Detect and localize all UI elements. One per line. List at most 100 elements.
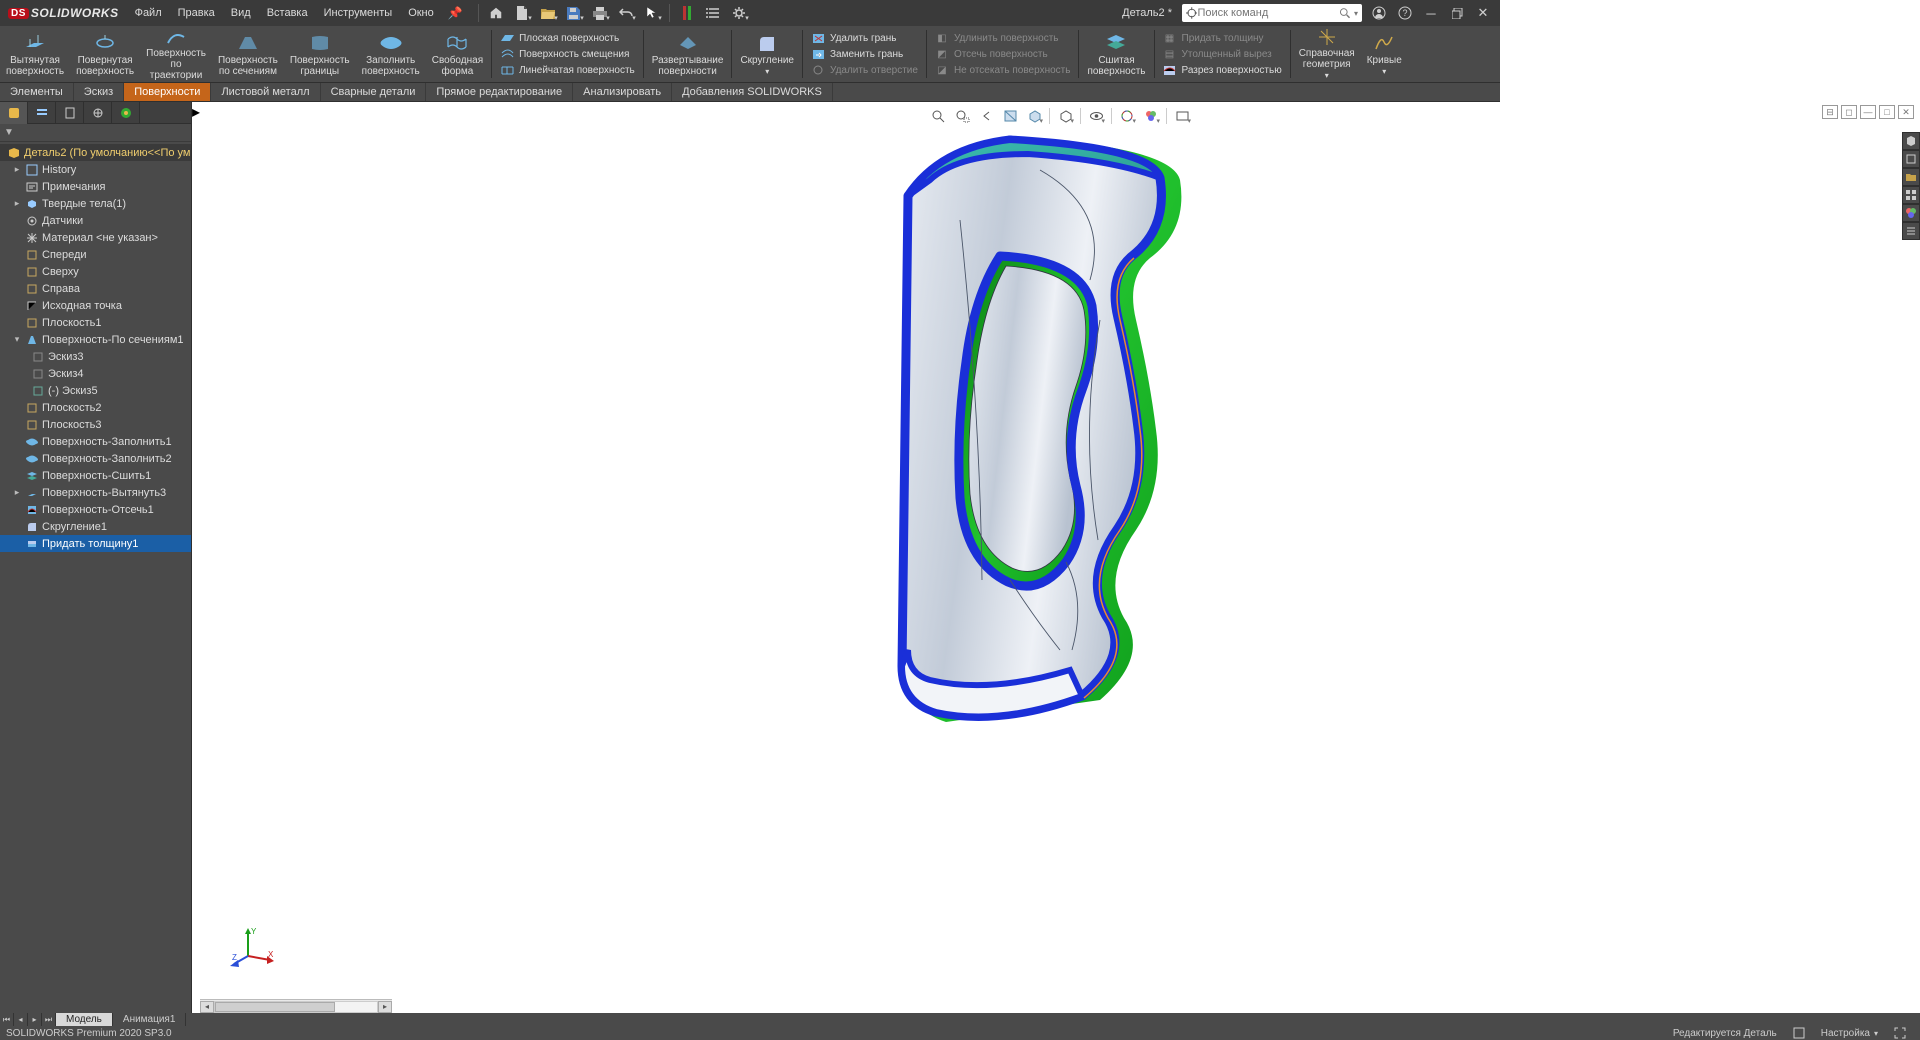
tab-analyze[interactable]: Анализировать [573,83,672,101]
fm-horizontal-scrollbar[interactable]: ◂ ▸ [200,999,392,1013]
tree-sketch3[interactable]: Эскиз3 [0,348,191,365]
tree-right-plane[interactable]: Справа [0,280,191,297]
open-icon[interactable]: ▾ [536,2,560,24]
nav-prev-icon[interactable]: ◂ [14,1013,28,1026]
minimize-icon[interactable]: ─ [1420,2,1442,24]
cmd-planar-surface[interactable]: Плоская поверхность [500,31,635,45]
home-icon[interactable] [484,2,508,24]
tree-fill2[interactable]: Поверхность-Заполнить2 [0,450,191,467]
mdi-minimize-icon[interactable]: — [1860,105,1876,119]
orientation-triad[interactable]: Y X Z [230,924,274,968]
mdi-dock-icon[interactable]: ⊟ [1822,105,1838,119]
cmd-cut-with-surface[interactable]: Разрез поверхностью [1163,63,1282,77]
tree-plane1[interactable]: Плоскость1 [0,314,191,331]
cmd-revolve-surface[interactable]: Повернутая поверхность [70,26,140,82]
tree-plane2[interactable]: Плоскость2 [0,399,191,416]
taskpane-resources-icon[interactable] [1902,132,1920,150]
tab-weldments[interactable]: Сварные детали [321,83,427,101]
menu-window[interactable]: Окно [400,0,442,26]
cmd-knit-surface[interactable]: Сшитая поверхность [1081,26,1151,82]
fm-tab-property-mgr[interactable] [28,102,56,124]
undo-icon[interactable]: ▾ [614,2,638,24]
tree-trim1[interactable]: Поверхность-Отсечь1 [0,501,191,518]
tree-history[interactable]: ▸History [0,161,191,178]
fm-tab-feature-tree[interactable] [0,102,28,124]
tab-directedit[interactable]: Прямое редактирование [426,83,573,101]
tab-sketch[interactable]: Эскиз [74,83,124,101]
tree-root[interactable]: Деталь2 (По умолчанию<<По умолч [0,144,191,161]
cmd-loft-surface[interactable]: Поверхность по сечениям [212,26,284,82]
taskpane-design-library-icon[interactable] [1902,150,1920,168]
tree-filter-bar[interactable]: ▼ [0,124,191,142]
command-search[interactable]: ▾ [1182,4,1362,22]
select-arrow-icon[interactable]: ▾ [640,2,664,24]
menu-edit[interactable]: Правка [170,0,223,26]
scroll-left-icon[interactable]: ◂ [200,1001,214,1013]
cmd-replace-face[interactable]: Заменить грань [811,47,918,61]
tree-knit1[interactable]: Поверхность-Сшить1 [0,467,191,484]
fm-tab-display-mgr[interactable] [112,102,140,124]
user-icon[interactable] [1368,2,1390,24]
settings-gear-icon[interactable]: ▾ [727,2,751,24]
status-custom[interactable]: Настройка ▾ [1813,1028,1886,1039]
cmd-freeform[interactable]: Свободная форма [426,26,489,82]
help-icon[interactable]: ? [1394,2,1416,24]
scroll-right-icon[interactable]: ▸ [378,1001,392,1013]
taskpane-custom-props-icon[interactable] [1902,222,1920,240]
menu-insert[interactable]: Вставка [259,0,316,26]
menu-tools[interactable]: Инструменты [316,0,401,26]
tree-solid-bodies[interactable]: ▸Твердые тела(1) [0,195,191,212]
save-icon[interactable]: ▾ [562,2,586,24]
tree-thicken1[interactable]: Придать толщину1 [0,535,191,552]
tree-sketch5[interactable]: (-) Эскиз5 [0,382,191,399]
tree-annotations[interactable]: Примечания [0,178,191,195]
fm-tab-dimxpert[interactable] [84,102,112,124]
cmd-delete-face[interactable]: Удалить грань [811,31,918,45]
menu-file[interactable]: Файл [127,0,170,26]
taskpane-appearances-icon[interactable] [1902,204,1920,222]
cmd-fillet[interactable]: Скругление▾ [734,26,800,82]
tree-origin[interactable]: Исходная точка [0,297,191,314]
cmd-fill-surface[interactable]: Заполнить поверхность [356,26,426,82]
cmd-offset-surface[interactable]: Поверхность смещения [500,47,635,61]
tab-addins[interactable]: Добавления SOLIDWORKS [672,83,833,101]
taskpane-view-palette-icon[interactable] [1902,186,1920,204]
tree-top-plane[interactable]: Сверху [0,263,191,280]
tree-fillet1[interactable]: Скругление1 [0,518,191,535]
pin-menu-icon[interactable]: 📌 [442,6,469,20]
tree-front-plane[interactable]: Спереди [0,246,191,263]
taskpane-file-explorer-icon[interactable] [1902,168,1920,186]
status-unit-icon[interactable] [1785,1027,1813,1039]
bottom-tab-animation[interactable]: Анимация1 [113,1013,187,1026]
print-icon[interactable]: ▾ [588,2,612,24]
tree-loft1[interactable]: ▾Поверхность-По сечениям1 [0,331,191,348]
options-list-icon[interactable] [701,2,725,24]
tree-sketch4[interactable]: Эскиз4 [0,365,191,382]
fm-flyout-handle[interactable]: ▸ [192,102,200,1013]
mdi-float-icon[interactable]: ◻ [1841,105,1857,119]
status-fullscreen-icon[interactable] [1886,1027,1914,1039]
command-search-input[interactable] [1197,7,1339,19]
tree-plane3[interactable]: Плоскость3 [0,416,191,433]
scrollbar-thumb[interactable] [215,1002,335,1012]
close-icon[interactable]: ✕ [1472,2,1494,24]
tree-fill1[interactable]: Поверхность-Заполнить1 [0,433,191,450]
cmd-sweep-surface[interactable]: Поверхность по траектории [140,26,212,82]
tree-material[interactable]: Материал <не указан> [0,229,191,246]
cmd-boundary-surface[interactable]: Поверхность границы [284,26,356,82]
restore-icon[interactable] [1446,2,1468,24]
fm-tab-config-mgr[interactable] [56,102,84,124]
nav-last-icon[interactable]: ⏭ [42,1013,56,1026]
tab-surfaces[interactable]: Поверхности [124,83,211,101]
tree-extrude3[interactable]: ▸Поверхность-Вытянуть3 [0,484,191,501]
nav-next-icon[interactable]: ▸ [28,1013,42,1026]
cmd-flatten-surface[interactable]: Развертывание поверхности [646,26,730,82]
tab-features[interactable]: Элементы [0,83,74,101]
cmd-curves[interactable]: Кривые▾ [1361,26,1408,82]
tab-sheetmetal[interactable]: Листовой металл [211,83,320,101]
mdi-close-icon[interactable]: ✕ [1898,105,1914,119]
rebuild-icon[interactable] [675,2,699,24]
tree-sensors[interactable]: Датчики [0,212,191,229]
cmd-ruled-surface[interactable]: Линейчатая поверхность [500,63,635,77]
nav-first-icon[interactable]: ⏮ [0,1013,14,1026]
